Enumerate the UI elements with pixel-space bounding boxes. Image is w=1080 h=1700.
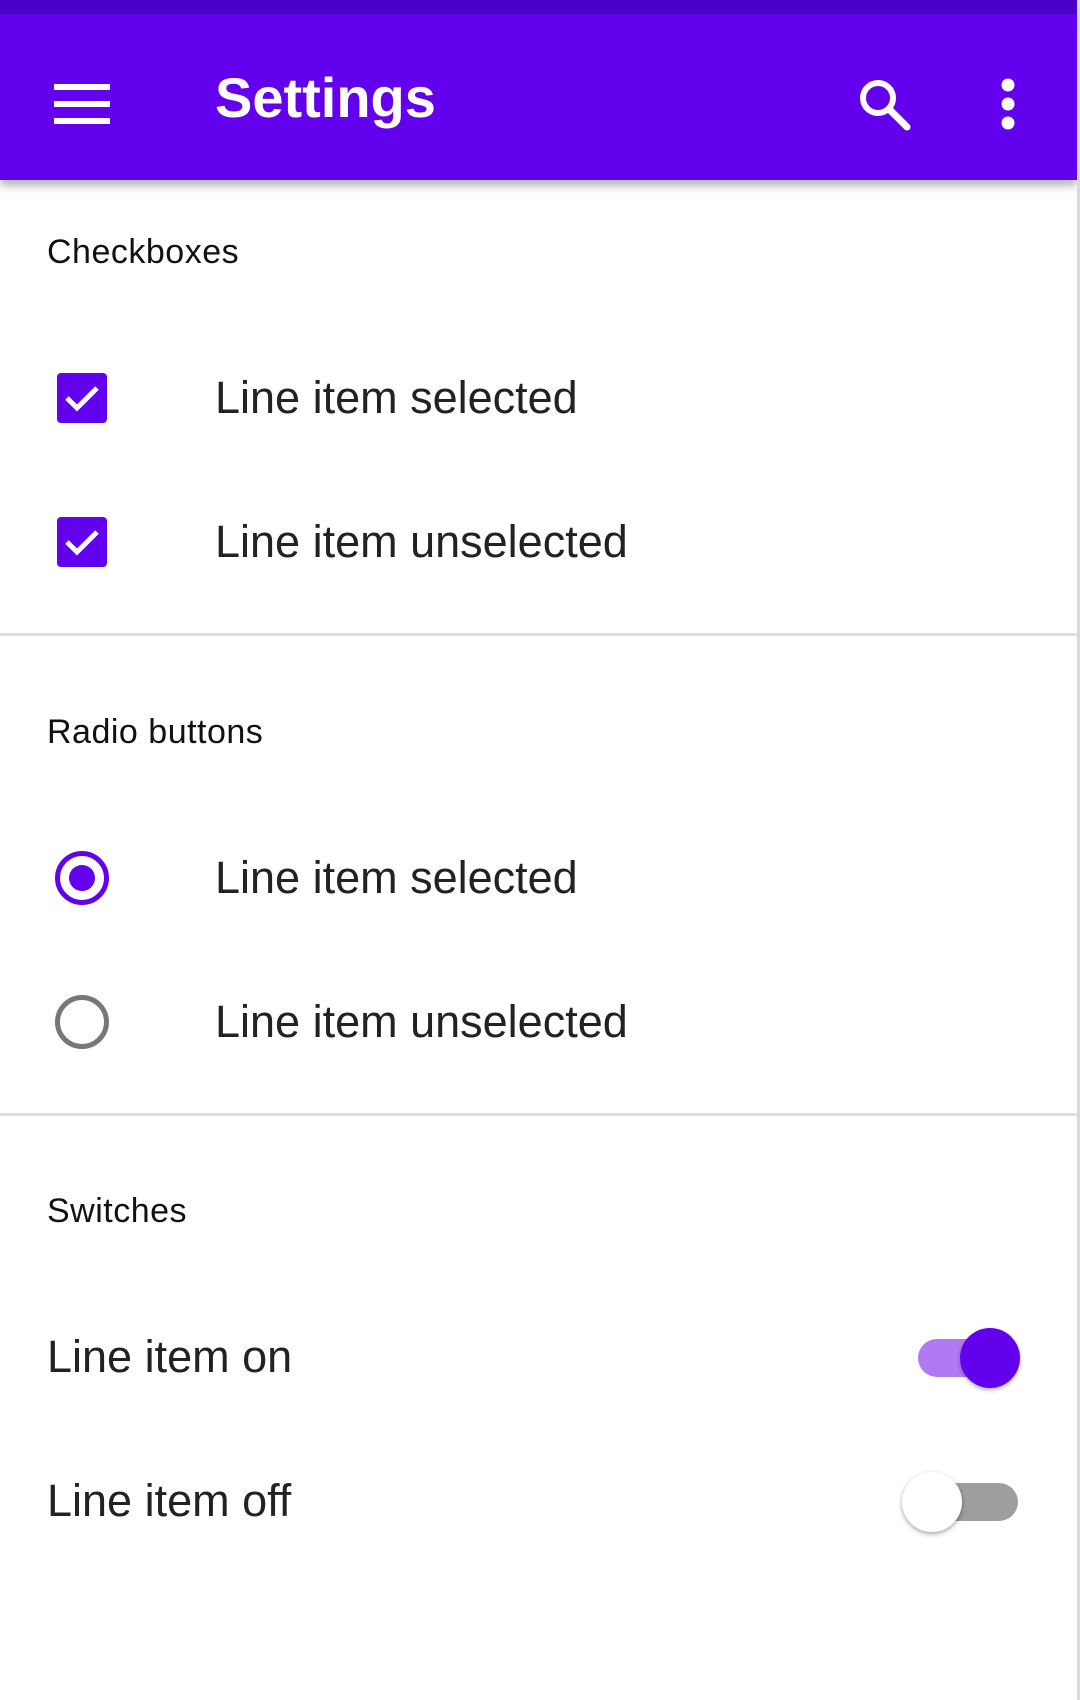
section-header-checkboxes: Checkboxes <box>47 233 240 271</box>
menu-button[interactable] <box>36 58 128 150</box>
radio-button-unselected[interactable] <box>52 992 112 1052</box>
checkbox-label: Line item selected <box>215 372 578 423</box>
checkbox-checked[interactable] <box>52 368 112 428</box>
section-divider <box>0 1113 1077 1116</box>
radio-row-unselected[interactable]: Line item unselected <box>0 962 1077 1082</box>
section-header-radio-buttons: Radio buttons <box>47 713 264 751</box>
checkbox-row-unselected[interactable]: Line item unselected <box>0 482 1077 602</box>
more-options-button[interactable] <box>962 58 1054 150</box>
radio-dot <box>69 865 95 891</box>
switch-thumb <box>902 1472 962 1532</box>
hamburger-menu-icon <box>54 84 110 124</box>
settings-screen: Settings Checkboxes Line item selected L… <box>0 0 1080 1700</box>
section-divider <box>0 633 1077 636</box>
section-header-switches: Switches <box>47 1192 188 1230</box>
switch-thumb <box>960 1328 1020 1388</box>
switch-toggle-off[interactable] <box>902 1469 1022 1533</box>
switch-label: Line item on <box>47 1331 293 1382</box>
switch-toggle-on[interactable] <box>902 1325 1022 1389</box>
radio-label: Line item unselected <box>215 996 628 1047</box>
switch-row-off[interactable]: Line item off <box>0 1441 1077 1561</box>
checkbox-row-selected[interactable]: Line item selected <box>0 338 1077 458</box>
radio-button-selected[interactable] <box>52 848 112 908</box>
radio-row-selected[interactable]: Line item selected <box>0 818 1077 938</box>
check-icon <box>65 386 99 412</box>
checkbox-checked[interactable] <box>52 512 112 572</box>
status-bar <box>0 0 1077 14</box>
page-title: Settings <box>215 66 436 129</box>
search-button[interactable] <box>838 58 930 150</box>
switch-row-on[interactable]: Line item on <box>0 1297 1077 1417</box>
check-icon <box>65 530 99 556</box>
switch-label: Line item off <box>47 1475 292 1526</box>
top-app-bar: Settings <box>0 14 1077 180</box>
checkbox-label: Line item unselected <box>215 516 628 567</box>
radio-label: Line item selected <box>215 852 578 903</box>
more-vert-icon <box>1001 78 1015 130</box>
search-icon <box>860 80 911 131</box>
